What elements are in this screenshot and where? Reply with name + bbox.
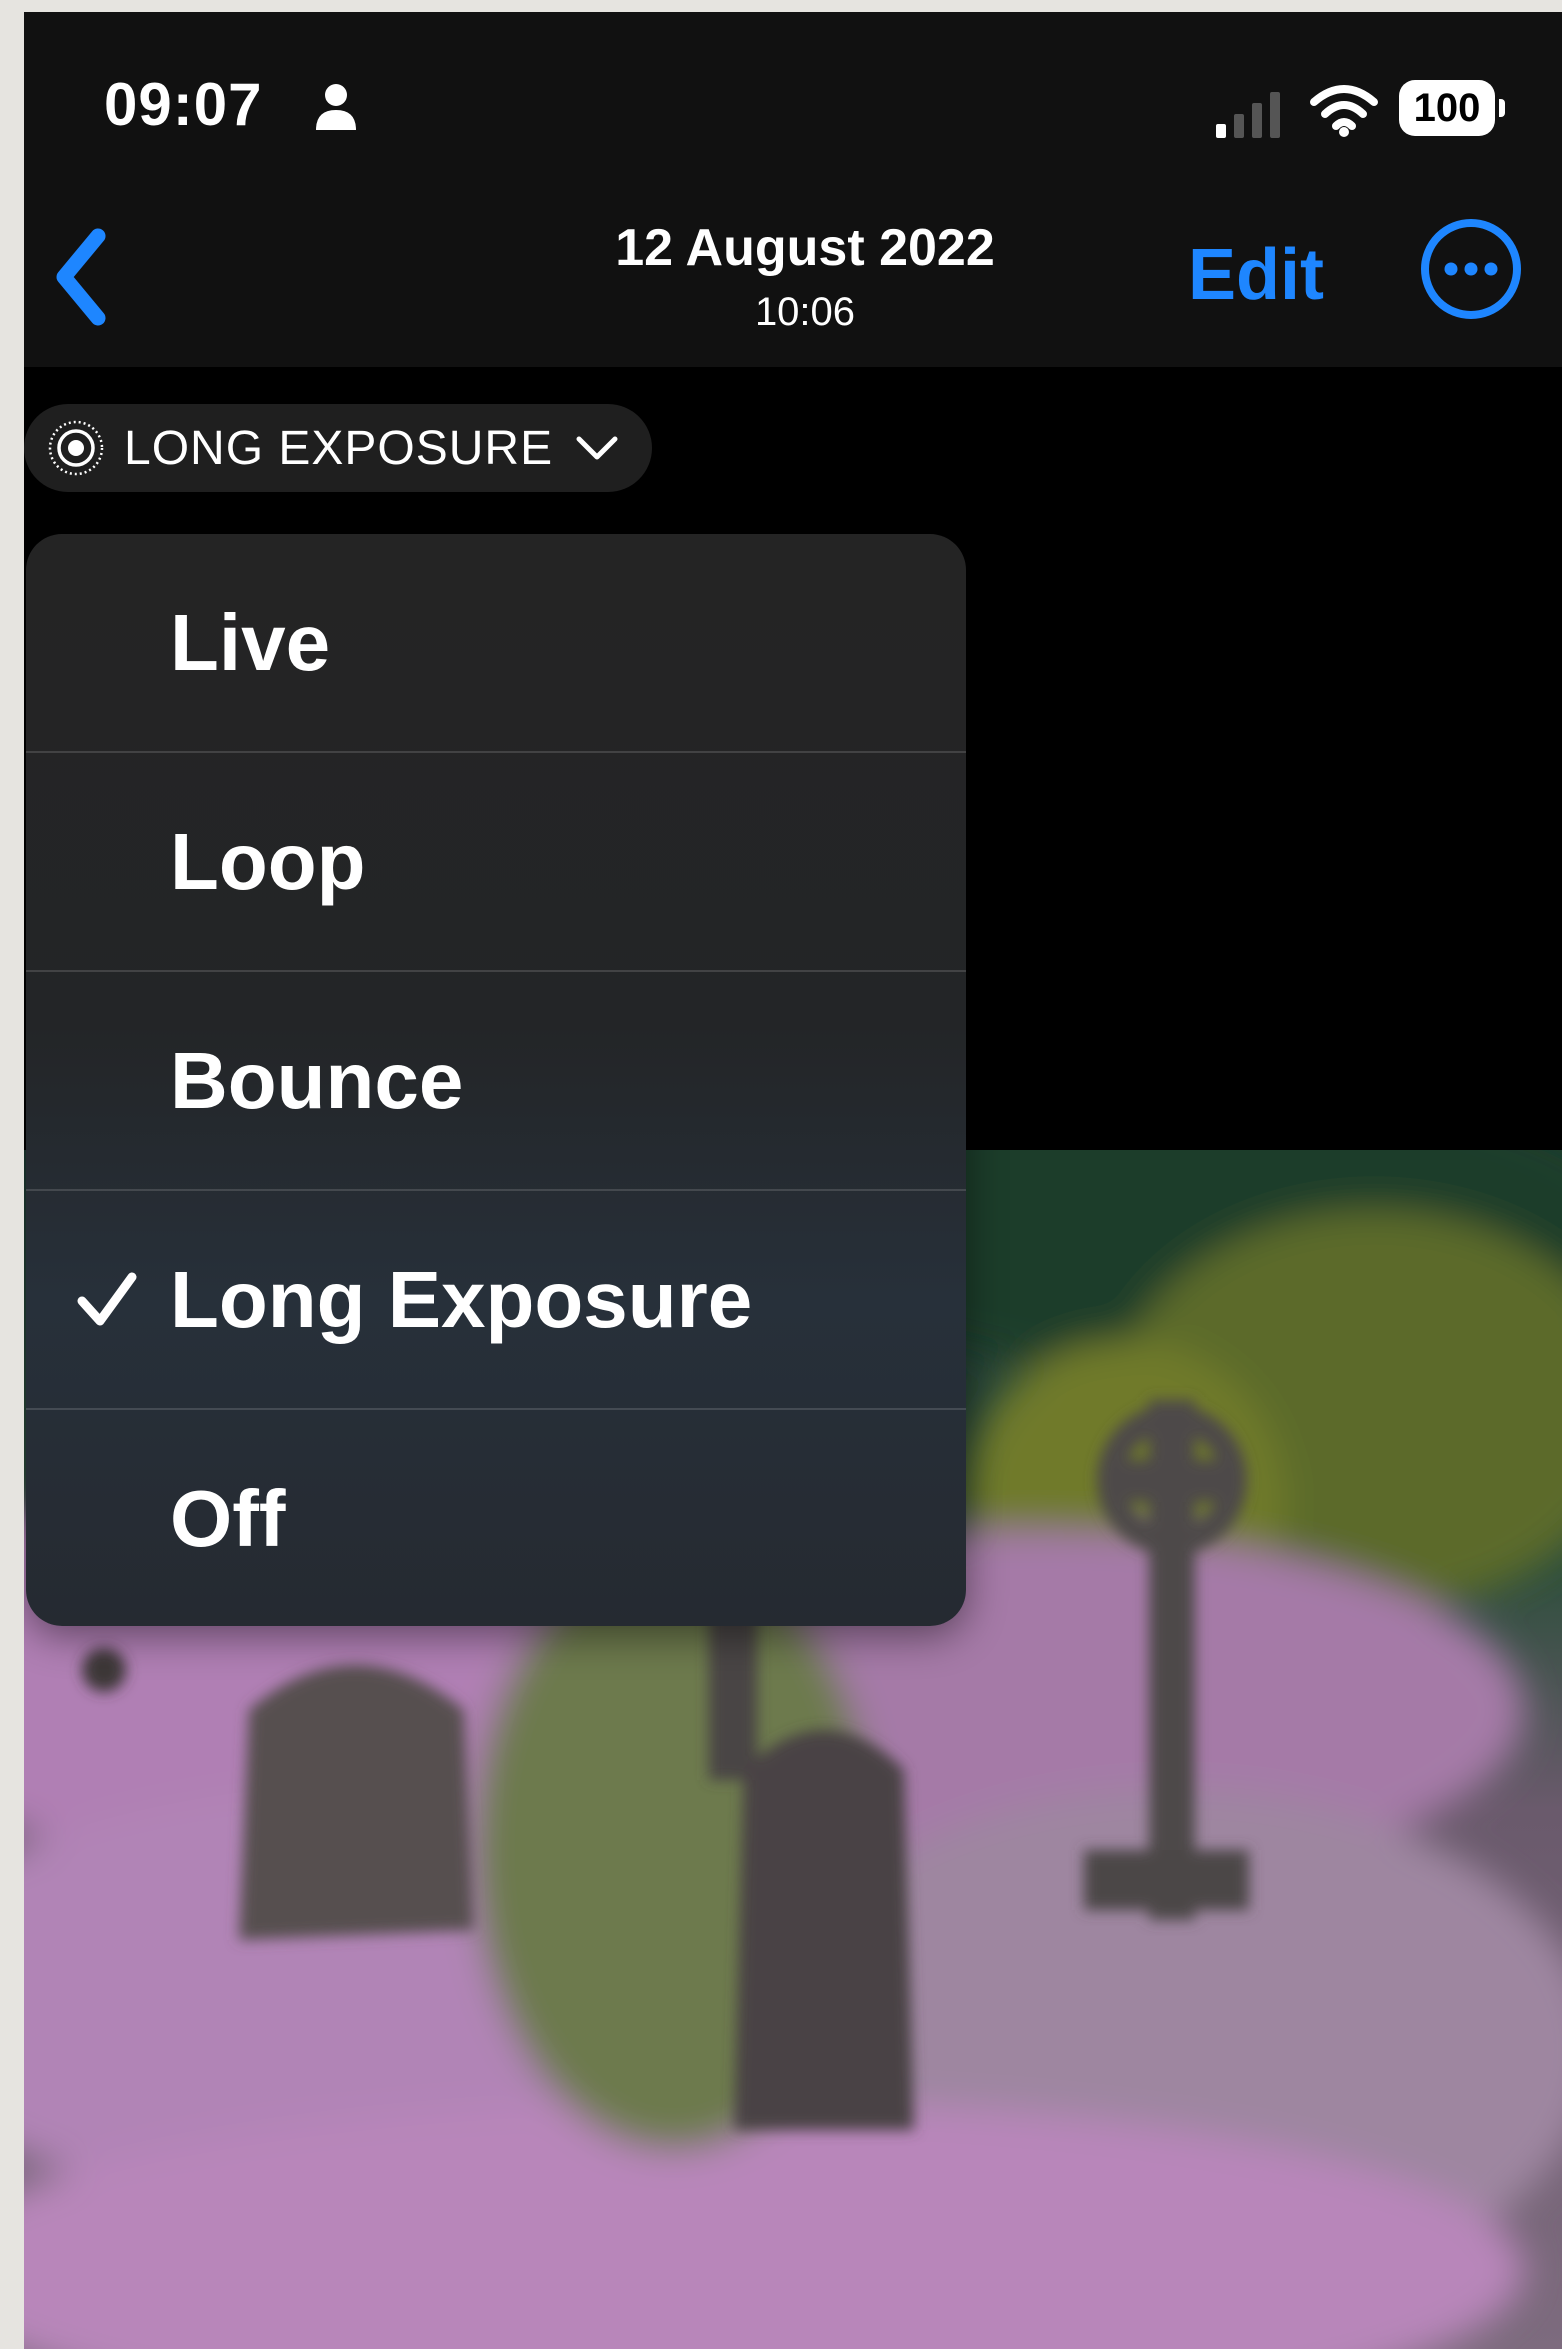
menu-item-label: Off [170, 1473, 286, 1563]
live-photo-mode-label: LONG EXPOSURE [124, 421, 554, 475]
menu-item-live[interactable]: Live [26, 534, 966, 753]
menu-item-label: Live [170, 597, 331, 687]
more-options-button[interactable] [1419, 217, 1523, 321]
chevron-down-icon [576, 436, 618, 460]
edit-button[interactable]: Edit [1188, 234, 1324, 316]
wifi-icon [1310, 85, 1378, 137]
live-photo-icon [48, 420, 104, 476]
battery-level: 100 [1399, 80, 1495, 136]
photo-date: 12 August 2022 [615, 219, 995, 277]
live-photo-mode-selector[interactable]: LONG EXPOSURE [24, 404, 652, 492]
menu-item-loop[interactable]: Loop [26, 753, 966, 972]
battery-nub [1499, 99, 1505, 117]
menu-item-label: Long Exposure [170, 1254, 753, 1344]
checkmark-icon [77, 1272, 137, 1326]
status-time: 09:07 [104, 71, 263, 138]
person-icon [316, 84, 356, 130]
live-photo-mode-menu: Live Loop Bounce Long Exposure Off [26, 534, 966, 1626]
menu-item-label: Loop [170, 816, 366, 906]
menu-item-long-exposure[interactable]: Long Exposure [26, 1191, 966, 1410]
menu-item-label: Bounce [170, 1035, 464, 1125]
battery-icon: 100 [1399, 80, 1509, 140]
menu-item-off[interactable]: Off [26, 1410, 966, 1626]
phone-screen: 09:07 100 12 August 2022 10:06 Edit LONG… [24, 12, 1562, 2349]
menu-item-bounce[interactable]: Bounce [26, 972, 966, 1191]
cellular-signal-icon [1216, 92, 1280, 138]
photo-time: 10:06 [754, 290, 856, 334]
